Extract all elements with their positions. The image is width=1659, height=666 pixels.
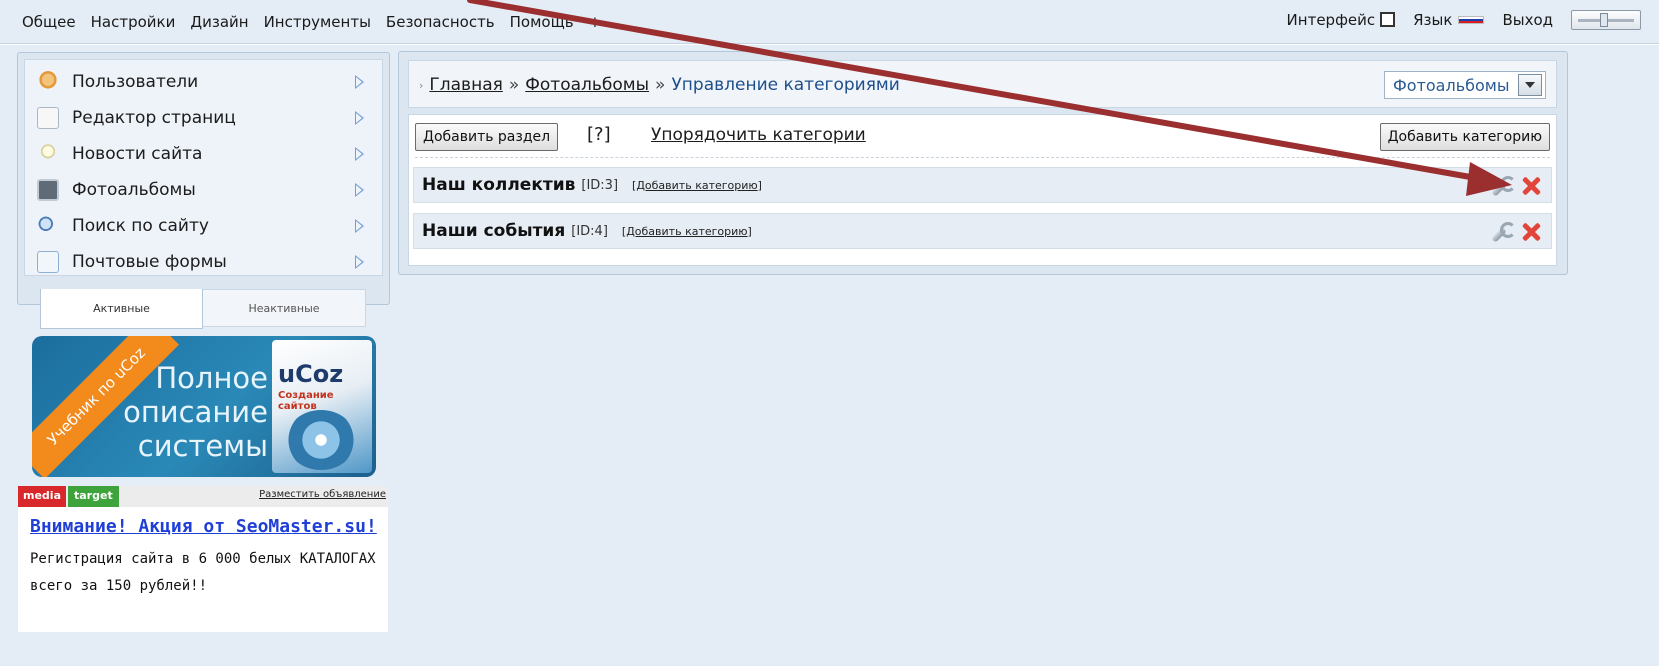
top-right-controls: Интерфейс Язык Выход: [1287, 10, 1641, 30]
edit-wrench-icon[interactable]: [1489, 220, 1516, 244]
ad-block: media target Разместить объявление Внима…: [18, 486, 388, 632]
page-editor-icon: [37, 107, 59, 129]
content-panel: › Главная » Фотоальбомы » Управление кат…: [398, 51, 1568, 275]
menu-tools[interactable]: Инструменты: [264, 13, 371, 31]
sidebar-item-page-editor[interactable]: Редактор страниц: [25, 100, 382, 136]
breadcrumb-bar: › Главная » Фотоальбомы » Управление кат…: [408, 60, 1557, 108]
lightbulb-icon: [37, 143, 59, 165]
banner-line-2: описание: [123, 395, 268, 429]
width-slider[interactable]: [1571, 10, 1641, 30]
add-section-button[interactable]: Добавить раздел: [415, 123, 559, 151]
ucoz-tutorial-banner[interactable]: Учебник по uCoz Полное описание системы …: [32, 336, 376, 477]
ucoz-logo-subtitle: Создание сайтов: [278, 390, 334, 412]
breadcrumb-current: Управление категориями: [671, 75, 900, 95]
module-tabs: Активные Неактивные: [40, 289, 366, 329]
breadcrumb-home[interactable]: Главная: [429, 75, 502, 95]
language-switch[interactable]: Язык: [1413, 11, 1485, 29]
bullet-icon: ›: [419, 78, 424, 92]
sidebar-item-photoalbums[interactable]: Фотоальбомы: [25, 172, 382, 208]
ad-title-link[interactable]: Внимание! Акция от SeoMaster.su!: [30, 516, 377, 537]
chevron-right-icon: [355, 111, 364, 125]
banner-book-cover: uCoz Создание сайтов: [272, 340, 372, 473]
sidebar-item-label: Новости сайта: [72, 144, 203, 164]
edit-wrench-icon[interactable]: [1489, 174, 1516, 198]
chevron-right-icon: [355, 219, 364, 233]
users-icon: [37, 71, 59, 93]
ad-text: Регистрация сайта в 6 000 белых КАТАЛОГА…: [30, 551, 376, 594]
add-category-link-text[interactable]: Добавить категорию: [636, 179, 757, 192]
sidebar-item-label: Почтовые формы: [72, 252, 227, 272]
place-ad-link[interactable]: Разместить объявление: [259, 489, 386, 500]
row-actions: [1489, 220, 1543, 244]
tab-inactive[interactable]: Неактивные: [203, 289, 366, 327]
add-category-button[interactable]: Добавить категорию: [1379, 123, 1550, 151]
sidebar: Пользователи Редактор страниц Новости са…: [17, 52, 390, 305]
chevron-right-icon: [355, 75, 364, 89]
top-menu-bar: Общее Настройки Дизайн Инструменты Безоп…: [0, 0, 1659, 44]
breadcrumb-separator: »: [508, 75, 520, 95]
module-select[interactable]: Фотоальбомы: [1384, 71, 1546, 99]
mediatarget-logo-target: target: [68, 486, 119, 507]
ucoz-logo: uCoz: [278, 360, 344, 388]
divider: [415, 157, 1550, 158]
plus-icon[interactable]: +: [589, 13, 602, 31]
sidebar-item-mail-forms[interactable]: Почтовые формы: [25, 244, 382, 280]
module-select-value: Фотоальбомы: [1393, 75, 1510, 95]
section-name: Наши события: [422, 221, 566, 241]
sidebar-menu: Пользователи Редактор страниц Новости са…: [24, 59, 383, 276]
sidebar-item-label: Редактор страниц: [72, 108, 236, 128]
breadcrumb-separator: »: [655, 75, 666, 95]
mediatarget-logo-media: media: [18, 486, 66, 507]
breadcrumb: › Главная » Фотоальбомы » Управление кат…: [419, 75, 900, 95]
section-id: [ID:3]: [581, 177, 619, 193]
language-label: Язык: [1413, 11, 1453, 29]
mail-icon: [37, 251, 59, 273]
menu-general[interactable]: Общее: [22, 13, 76, 31]
disc-icon: [286, 410, 356, 470]
section-row: Наши события [ID:4] [Добавить категорию]: [413, 213, 1552, 249]
checkbox-icon[interactable]: [1380, 12, 1396, 27]
camera-icon: [37, 179, 59, 201]
logout-link[interactable]: Выход: [1502, 11, 1553, 29]
delete-icon[interactable]: [1519, 174, 1543, 198]
chevron-right-icon: [355, 255, 364, 269]
sidebar-item-label: Поиск по сайту: [72, 216, 209, 236]
menu-security[interactable]: Безопасность: [386, 13, 495, 31]
row-actions: [1489, 174, 1543, 198]
breadcrumb-photoalbums[interactable]: Фотоальбомы: [525, 75, 649, 95]
tab-active[interactable]: Активные: [40, 289, 203, 329]
delete-icon[interactable]: [1519, 220, 1543, 244]
sidebar-item-news[interactable]: Новости сайта: [25, 136, 382, 172]
chevron-right-icon: [355, 183, 364, 197]
menu-settings[interactable]: Настройки: [91, 13, 176, 31]
add-category-link-text[interactable]: Добавить категорию: [626, 225, 747, 238]
add-category-link[interactable]: [Добавить категорию]: [632, 179, 762, 192]
section-name: Наш коллектив: [422, 175, 576, 195]
banner-line-1: Полное: [155, 361, 268, 395]
main-menu: Общее Настройки Дизайн Инструменты Безоп…: [22, 13, 601, 31]
menu-help[interactable]: Помощь: [510, 13, 574, 31]
categories-box: Добавить раздел [?] Упорядочить категори…: [408, 114, 1557, 266]
menu-design[interactable]: Дизайн: [190, 13, 248, 31]
search-icon: [37, 215, 59, 237]
help-link[interactable]: [?]: [587, 124, 611, 145]
interface-label: Интерфейс: [1286, 11, 1376, 29]
sidebar-item-users[interactable]: Пользователи: [25, 64, 382, 100]
add-category-link[interactable]: [Добавить категорию]: [622, 225, 752, 238]
chevron-right-icon: [355, 147, 364, 161]
ad-header: media target Разместить объявление: [18, 486, 388, 507]
slider-knob[interactable]: [1600, 13, 1608, 27]
section-row: Наш коллектив [ID:3] [Добавить категорию…: [413, 167, 1552, 203]
sidebar-item-site-search[interactable]: Поиск по сайту: [25, 208, 382, 244]
section-id: [ID:4]: [571, 223, 608, 239]
sidebar-item-label: Фотоальбомы: [72, 180, 196, 200]
banner-line-3: системы: [137, 429, 268, 463]
reorder-categories-link[interactable]: Упорядочить категории: [651, 125, 866, 145]
sidebar-item-label: Пользователи: [72, 72, 199, 92]
chevron-down-icon[interactable]: [1518, 74, 1542, 96]
russian-flag-icon: [1458, 16, 1485, 24]
interface-toggle[interactable]: Интерфейс: [1287, 11, 1396, 29]
